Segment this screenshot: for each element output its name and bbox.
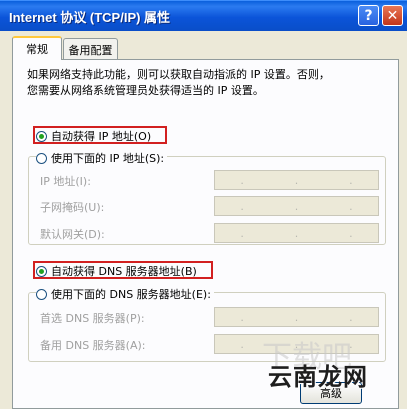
- title-bar: Internet 协议 (TCP/IP) 属性 ? ✕: [0, 0, 407, 31]
- radio-manual-ip[interactable]: 使用下面的 IP 地址(S):: [36, 150, 168, 166]
- radio-auto-dns-indicator[interactable]: [36, 265, 47, 277]
- radio-auto-dns-label: 自动获得 DNS 服务器地址(B): [51, 265, 197, 278]
- radio-auto-dns[interactable]: 自动获得 DNS 服务器地址(B): [36, 263, 197, 279]
- close-icon: ✕: [386, 7, 399, 24]
- radio-manual-dns[interactable]: 使用下面的 DNS 服务器地址(E):: [36, 286, 214, 302]
- description-text: 如果网络支持此功能，则可以获取自动指派的 IP 设置。否则， 您需要从网络系统管…: [27, 68, 330, 97]
- tab-alternate-config[interactable]: 备用配置: [63, 38, 118, 60]
- help-icon: ?: [364, 7, 373, 24]
- ip-address-label: IP 地址(I):: [40, 175, 91, 188]
- close-button[interactable]: ✕: [382, 5, 403, 26]
- ip-address-field[interactable]: ...: [214, 170, 379, 190]
- radio-manual-dns-label: 使用下面的 DNS 服务器地址(E):: [51, 288, 211, 301]
- radio-auto-ip[interactable]: 自动获得 IP 地址(O): [36, 128, 151, 144]
- subnet-mask-field[interactable]: ...: [214, 196, 379, 216]
- subnet-mask-label: 子网掩码(U):: [40, 201, 105, 214]
- preferred-dns-field[interactable]: ...: [214, 307, 379, 327]
- alternate-dns-label: 备用 DNS 服务器(A):: [40, 339, 146, 352]
- radio-manual-dns-indicator[interactable]: [36, 288, 47, 300]
- tab-general[interactable]: 常规: [12, 36, 62, 60]
- default-gateway-field[interactable]: ...: [214, 223, 379, 243]
- radio-manual-ip-label: 使用下面的 IP 地址(S):: [51, 152, 165, 165]
- preferred-dns-label: 首选 DNS 服务器(P):: [40, 312, 145, 325]
- radio-auto-ip-indicator[interactable]: [36, 130, 47, 142]
- default-gateway-label: 默认网关(D):: [40, 228, 105, 241]
- radio-manual-ip-indicator[interactable]: [36, 152, 47, 164]
- radio-auto-ip-label: 自动获得 IP 地址(O): [51, 130, 152, 143]
- watermark-logo: 云南龙网: [268, 363, 368, 391]
- window-title: Internet 协议 (TCP/IP) 属性: [9, 10, 171, 25]
- help-button[interactable]: ?: [358, 5, 379, 26]
